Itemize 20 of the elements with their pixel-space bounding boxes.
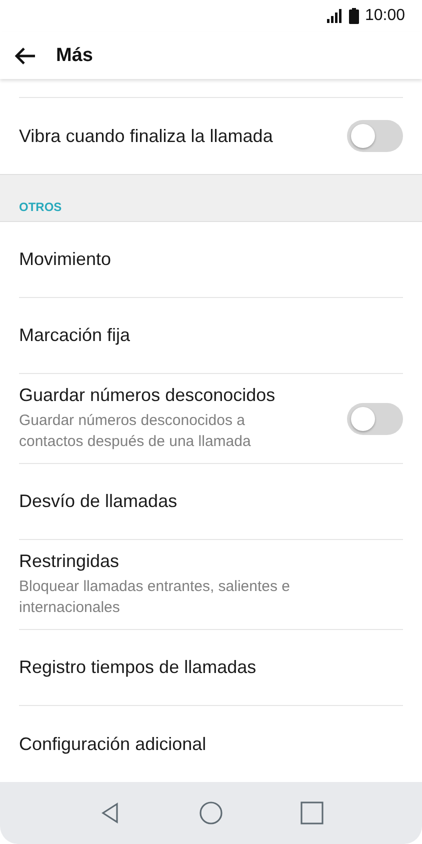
toggle-switch[interactable]: [347, 120, 403, 152]
status-time: 10:00: [364, 6, 405, 25]
setting-description: Guardar números desconocidos a contactos después de una llamada: [19, 411, 252, 452]
setting-title[interactable]: Restringidas: [19, 551, 403, 572]
setting-title[interactable]: Registro tiempos de llamadas: [19, 657, 403, 678]
battery-icon: [348, 8, 359, 24]
home-icon[interactable]: [198, 801, 223, 826]
setting-description: Bloquear llamadas entrantes, salientes e internacionales: [19, 577, 291, 618]
setting-title[interactable]: Desvío de llamadas: [19, 491, 403, 512]
recent-apps-icon[interactable]: [300, 801, 324, 826]
setting-title[interactable]: Marcación fija: [19, 325, 403, 346]
toggle-switch[interactable]: [347, 402, 403, 435]
signal-icon: [326, 8, 343, 23]
setting-title[interactable]: Guardar números desconocidos: [19, 385, 347, 406]
page-title: Más: [56, 44, 93, 67]
section-header: OTROS: [19, 200, 62, 214]
setting-title[interactable]: Movimiento: [19, 249, 403, 270]
back-arrow-icon[interactable]: [14, 46, 36, 65]
setting-title[interactable]: Configuración adicional: [19, 734, 403, 755]
setting-title[interactable]: Vibra cuando finaliza la llamada: [19, 126, 347, 147]
